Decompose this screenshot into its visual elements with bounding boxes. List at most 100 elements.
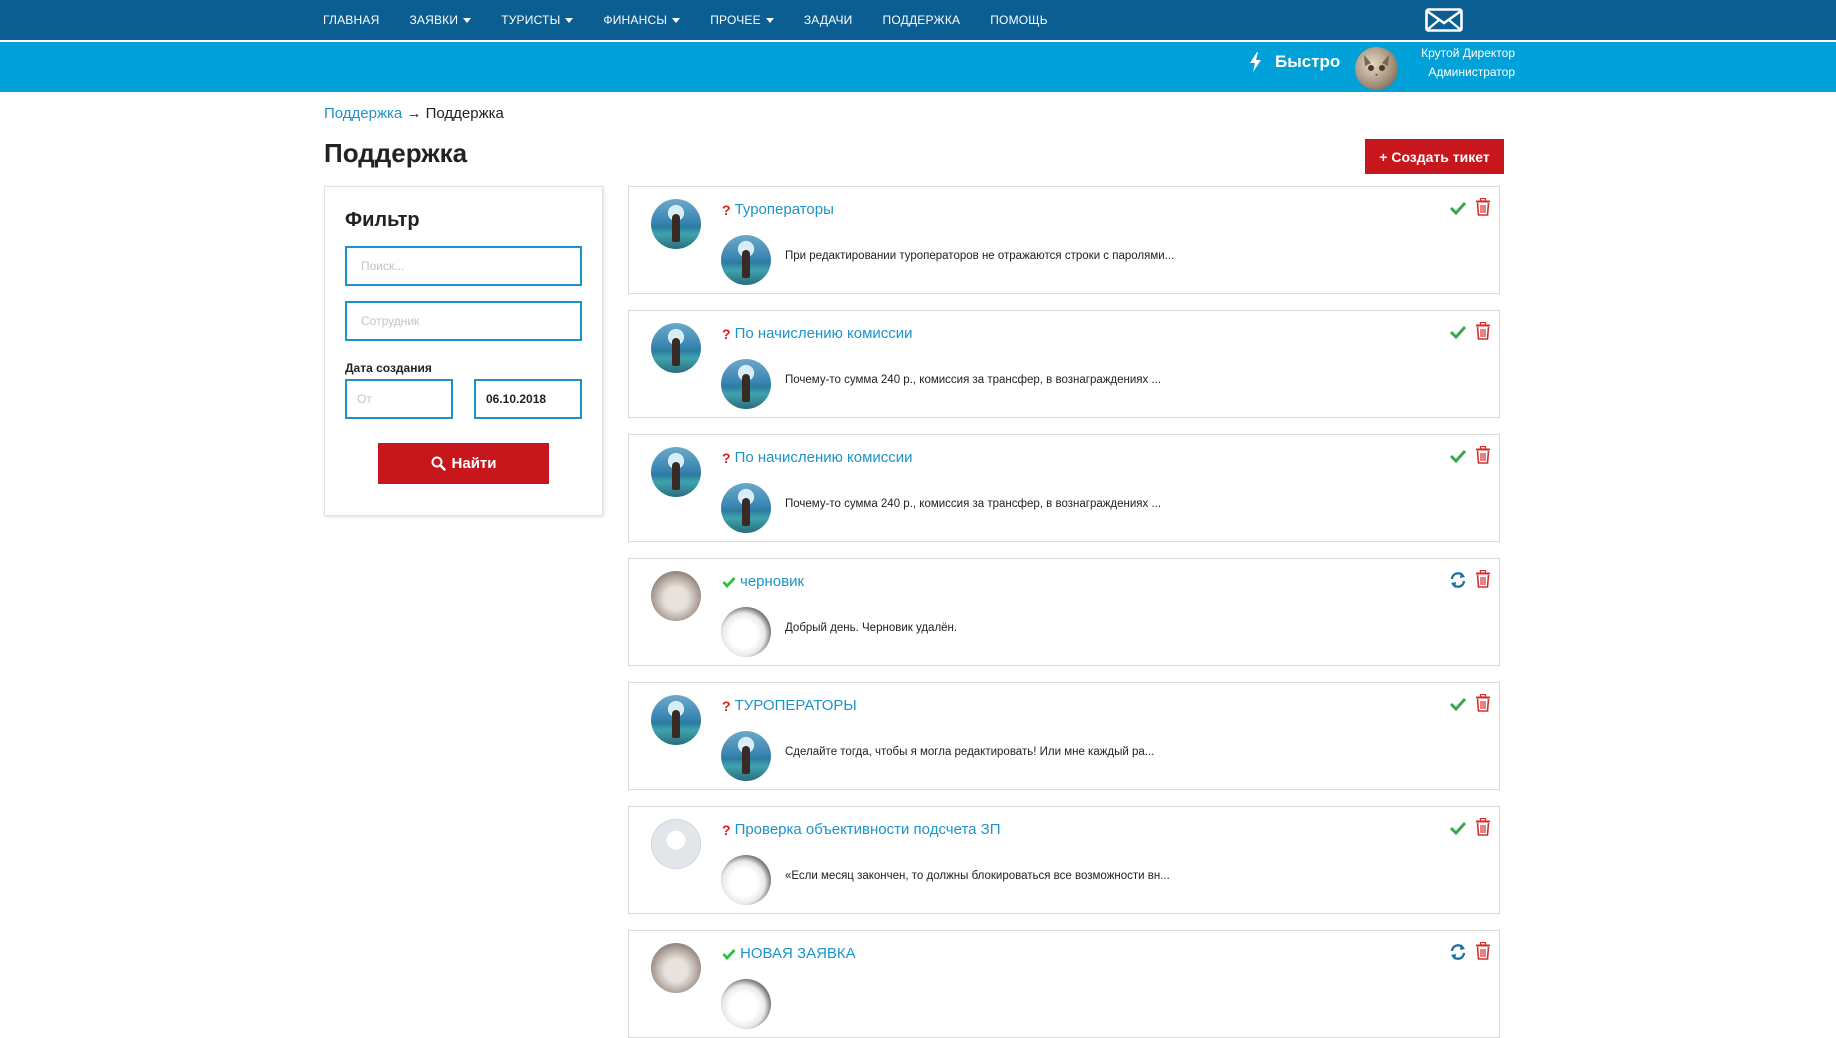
check-icon <box>722 948 736 960</box>
ticket-card[interactable]: НОВАЯ ЗАЯВКА <box>628 930 1500 1038</box>
trash-icon[interactable] <box>1475 570 1491 588</box>
mark-resolved-check-icon[interactable] <box>1449 199 1467 217</box>
ticket-title-link[interactable]: черновик <box>722 573 804 590</box>
mark-resolved-check-icon[interactable] <box>1449 323 1467 341</box>
nav-item-label: ЗАДАЧИ <box>803 13 853 27</box>
ticket-reply-avatar <box>721 359 771 409</box>
breadcrumb-separator: → <box>406 105 422 122</box>
ticket-title-link[interactable]: НОВАЯ ЗАЯВКА <box>722 945 856 962</box>
date-created-label: Дата создания <box>345 361 432 375</box>
nav-item-orders[interactable]: ЗАЯВКИ <box>409 13 472 27</box>
ticket-reply-avatar <box>721 731 771 781</box>
ticket-author-avatar <box>651 695 701 745</box>
ticket-title: По начислению комиссии <box>734 449 913 466</box>
quick-button[interactable]: Быстро <box>1250 52 1340 72</box>
ticket-reply-avatar <box>721 979 771 1029</box>
user-name[interactable]: Крутой Директор <box>1413 46 1515 60</box>
nav-item-label: ФИНАНСЫ <box>603 13 668 27</box>
nav-item-home[interactable]: ГЛАВНАЯ <box>323 13 379 27</box>
question-icon: ? <box>722 325 731 342</box>
ticket-reply-avatar <box>721 235 771 285</box>
cat-avatar-image <box>1364 55 1389 76</box>
caret-down-icon <box>565 17 574 23</box>
nav-item-label: ТУРИСТЫ <box>501 13 561 27</box>
date-to-input[interactable] <box>474 379 582 419</box>
breadcrumb-link-support[interactable]: Поддержка <box>324 105 402 122</box>
ticket-reply-avatar <box>721 483 771 533</box>
main-nav: ГЛАВНАЯ ЗАЯВКИ ТУРИСТЫ ФИНАНСЫ ПРОЧЕЕ ЗА… <box>323 0 1078 40</box>
nav-item-label: ГЛАВНАЯ <box>323 13 380 27</box>
breadcrumb: Поддержка → Поддержка <box>324 105 504 122</box>
ticket-last-message: Почему-то сумма 240 р., комиссия за тран… <box>785 374 1162 386</box>
ticket-title: НОВАЯ ЗАЯВКА <box>740 945 856 962</box>
trash-icon[interactable] <box>1475 446 1491 464</box>
ticket-title-link[interactable]: ? По начислению комиссии <box>722 325 913 342</box>
nav-item-label: ПРОЧЕЕ <box>710 13 761 27</box>
ticket-last-message: Сделайте тогда, чтобы я могла редактиров… <box>785 746 1155 758</box>
trash-icon[interactable] <box>1475 322 1491 340</box>
ticket-title-link[interactable]: ? Проверка объективности подсчета ЗП <box>722 821 1001 838</box>
filter-title: Фильтр <box>345 209 420 231</box>
question-icon: ? <box>722 201 731 218</box>
mark-resolved-check-icon[interactable] <box>1449 819 1467 837</box>
ticket-card[interactable]: ? Проверка объективности подсчета ЗП «Если… <box>628 806 1500 914</box>
ticket-title-link[interactable]: ? ТУРОПЕРАТОРЫ <box>722 697 857 714</box>
mark-resolved-check-icon[interactable] <box>1449 447 1467 465</box>
check-icon <box>722 576 736 588</box>
employee-input[interactable] <box>345 301 582 341</box>
date-from-input[interactable] <box>345 379 453 419</box>
ticket-author-avatar <box>651 199 701 249</box>
ticket-title: Туроператоры <box>734 201 834 218</box>
mark-resolved-check-icon[interactable] <box>1449 695 1467 713</box>
question-icon: ? <box>722 821 731 838</box>
reopen-refresh-icon[interactable] <box>1449 571 1467 589</box>
trash-icon[interactable] <box>1475 694 1491 712</box>
ticket-last-message: Добрый день. Черновик удалён. <box>785 622 958 634</box>
user-avatar[interactable] <box>1355 47 1398 90</box>
caret-down-icon <box>672 17 681 23</box>
ticket-card[interactable]: ? По начислению комиссии Почему-то сумма 2… <box>628 310 1500 418</box>
ticket-title-link[interactable]: ? По начислению комиссии <box>722 449 913 466</box>
user-bar: Быстро Крутой Директор Администратор <box>0 42 1836 92</box>
nav-item-other[interactable]: ПРОЧЕЕ <box>710 13 774 27</box>
envelope-icon[interactable] <box>1425 8 1463 32</box>
ticket-title: Проверка объективности подсчета ЗП <box>734 821 1001 838</box>
ticket-card[interactable]: черновик Добрый день. Черновик удалён. <box>628 558 1500 666</box>
ticket-author-avatar <box>651 323 701 373</box>
quick-label: Быстро <box>1275 52 1341 71</box>
find-button[interactable]: Найти <box>378 443 549 484</box>
ticket-card[interactable]: ? ТУРОПЕРАТОРЫ Сделайте тогда, чтобы я мог… <box>628 682 1500 790</box>
trash-icon[interactable] <box>1475 818 1491 836</box>
nav-item-tasks[interactable]: ЗАДАЧИ <box>804 13 853 27</box>
reopen-refresh-icon[interactable] <box>1449 943 1467 961</box>
nav-item-support[interactable]: ПОДДЕРЖКА <box>883 13 961 27</box>
caret-down-icon <box>463 17 472 23</box>
ticket-last-message: Почему-то сумма 240 р., комиссия за тран… <box>785 498 1162 510</box>
create-ticket-button[interactable]: + Создать тикет <box>1365 139 1504 174</box>
nav-item-tourists[interactable]: ТУРИСТЫ <box>501 13 574 27</box>
nav-item-help[interactable]: ПОМОЩЬ <box>990 13 1048 27</box>
ticket-title: черновик <box>740 573 805 590</box>
trash-icon[interactable] <box>1475 198 1491 216</box>
nav-item-label: ПОДДЕРЖКА <box>882 13 961 27</box>
search-icon <box>431 456 446 471</box>
ticket-card[interactable]: ? Туроператоры При редактировании туропера… <box>628 186 1500 294</box>
ticket-title-link[interactable]: ? Туроператоры <box>722 201 834 218</box>
nav-item-label: ПОМОЩЬ <box>990 13 1048 27</box>
ticket-reply-avatar <box>721 607 771 657</box>
ticket-author-avatar <box>651 819 701 869</box>
nav-item-finance[interactable]: ФИНАНСЫ <box>603 13 681 27</box>
nav-item-label: ЗАЯВКИ <box>409 13 459 27</box>
ticket-card[interactable]: ? По начислению комиссии Почему-то сумма 2… <box>628 434 1500 542</box>
search-input[interactable] <box>345 246 582 286</box>
ticket-title: ТУРОПЕРАТОРЫ <box>734 697 857 714</box>
find-button-label: Найти <box>451 455 497 472</box>
bolt-icon <box>1250 52 1261 72</box>
question-icon: ? <box>722 697 731 714</box>
filter-panel: Фильтр Дата создания Найти <box>324 186 603 516</box>
ticket-author-avatar <box>651 571 701 621</box>
question-icon: ? <box>722 449 731 466</box>
ticket-author-avatar <box>651 943 701 993</box>
trash-icon[interactable] <box>1475 942 1491 960</box>
page-title: Поддержка <box>324 138 468 168</box>
